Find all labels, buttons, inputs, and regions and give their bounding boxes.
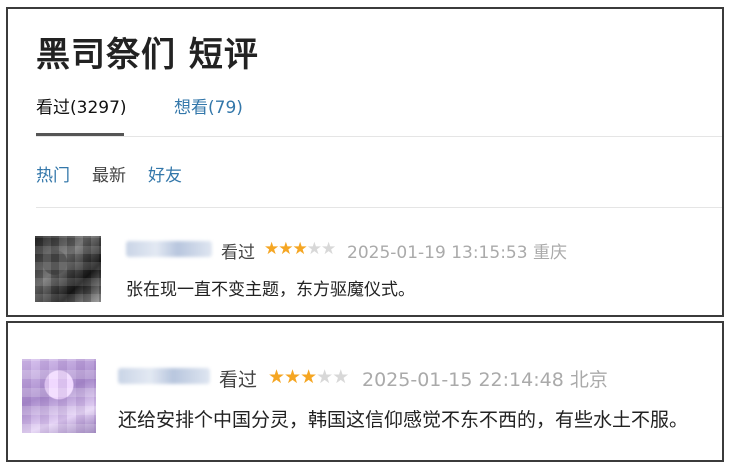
- star-filled-icon: ★: [278, 239, 293, 259]
- tab-watched[interactable]: 看过(3297): [36, 93, 127, 118]
- comment-meta: 2025-01-19 13:15:53 重庆: [347, 238, 567, 263]
- tab-wish[interactable]: 想看(79): [174, 93, 243, 118]
- star-empty-icon: ★: [316, 366, 333, 388]
- comment-location: 北京: [569, 369, 608, 391]
- sort-friends-link[interactable]: 好友: [148, 161, 182, 186]
- star-empty-icon: ★: [306, 239, 322, 259]
- comment-header: 看过 ★★★★★ 2025-01-15 22:14:48 北京: [118, 365, 718, 391]
- star-filled-icon: ★: [284, 366, 301, 388]
- star-empty-icon: ★: [321, 239, 336, 259]
- comment-time: 2025-01-19 13:15:53: [347, 243, 528, 263]
- rating-stars: ★★★★★: [268, 366, 349, 388]
- star-filled-icon: ★: [300, 366, 317, 388]
- comments-panel-top: 黑司祭们 短评 看过(3297) 想看(79) 热门 最新 好友 看过 ★★★★…: [6, 7, 724, 317]
- watched-status: 看过: [221, 243, 255, 263]
- comments-panel-bottom: 看过 ★★★★★ 2025-01-15 22:14:48 北京 还给安排个中国分…: [6, 321, 724, 462]
- sort-hot-link[interactable]: 热门: [36, 161, 70, 186]
- sort-divider: [36, 207, 722, 208]
- avatar[interactable]: [35, 236, 101, 302]
- page-title: 黑司祭们 短评: [36, 35, 259, 75]
- avatar-mosaic: [22, 359, 96, 433]
- comment-header: 看过 ★★★★★ 2025-01-19 13:15:53 重庆: [126, 238, 706, 264]
- star-filled-icon: ★: [292, 239, 308, 259]
- star-filled-icon: ★: [268, 366, 285, 388]
- comment-location: 重庆: [532, 243, 567, 263]
- tab-divider: [36, 136, 722, 137]
- comment-text: 张在现一直不变主题，东方驱魔仪式。: [126, 280, 415, 300]
- avatar[interactable]: [22, 359, 96, 433]
- watched-status: 看过: [219, 369, 258, 391]
- comment-time: 2025-01-15 22:14:48: [362, 369, 564, 391]
- star-empty-icon: ★: [332, 366, 349, 388]
- star-filled-icon: ★: [264, 239, 279, 259]
- avatar-mosaic: [35, 236, 101, 302]
- comment-meta: 2025-01-15 22:14:48 北京: [362, 365, 608, 392]
- username-blurred[interactable]: [126, 241, 212, 257]
- rating-stars: ★★★★★: [264, 239, 336, 259]
- username-blurred[interactable]: [118, 368, 210, 384]
- sort-new-link[interactable]: 最新: [92, 161, 126, 186]
- comment-text: 还给安排个中国分灵，韩国这信仰感觉不东不西的，有些水土不服。: [118, 409, 689, 431]
